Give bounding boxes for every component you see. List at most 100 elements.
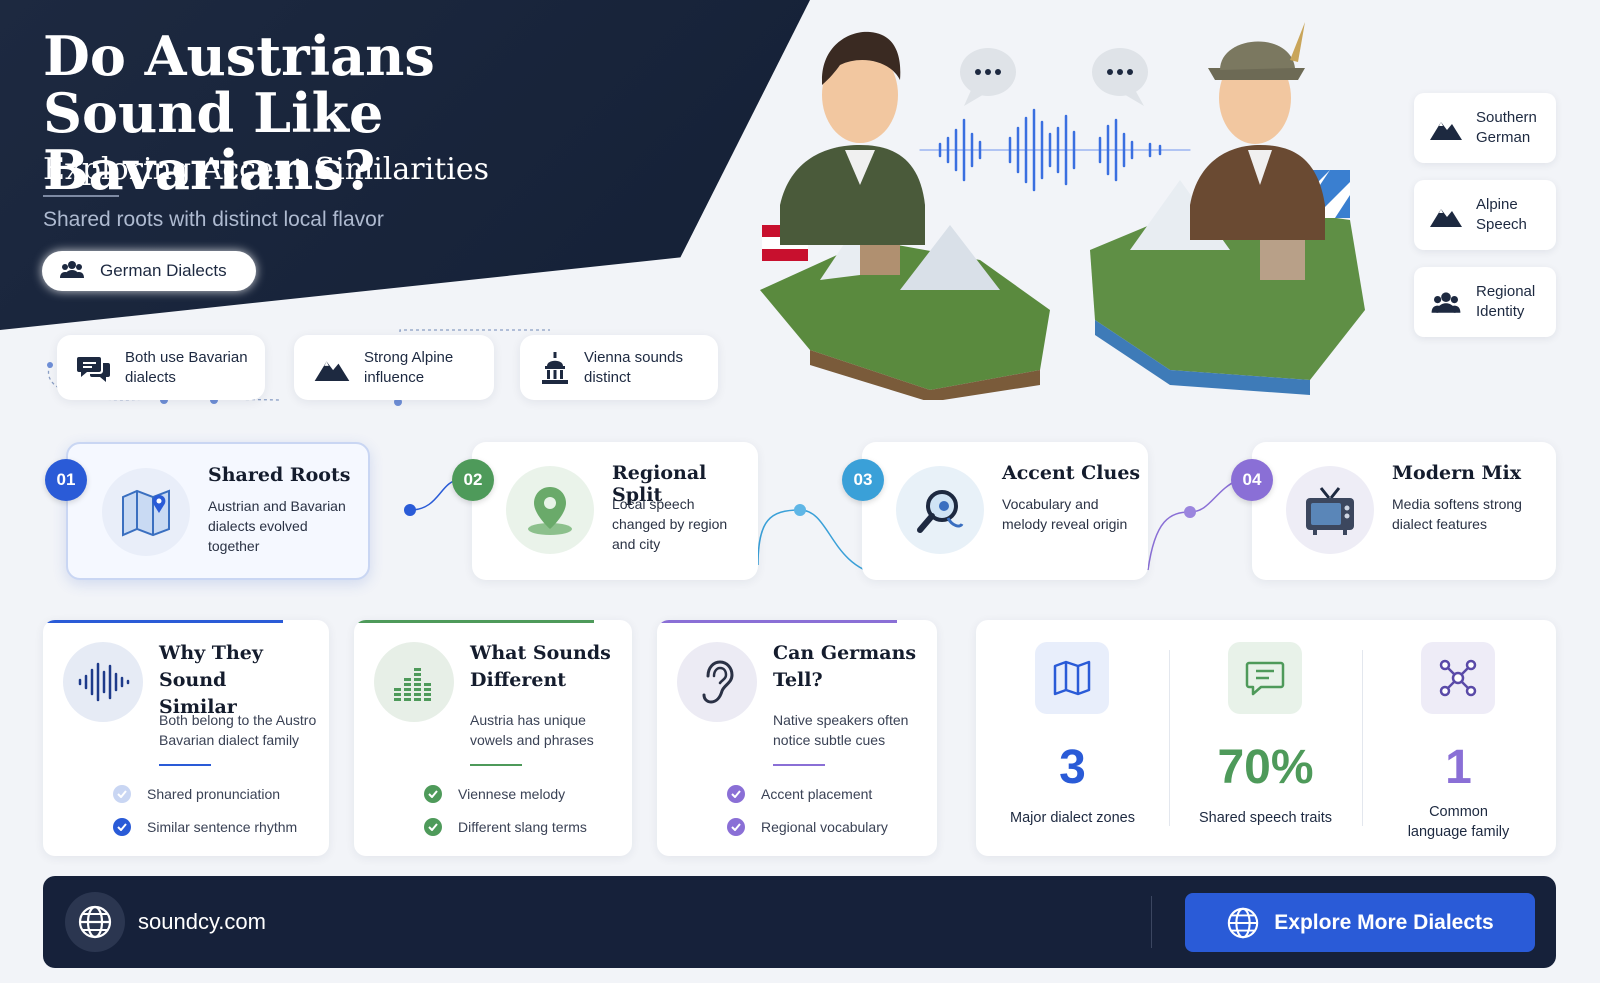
chip-vienna-distinct[interactable]: Vienna sounds distinct bbox=[520, 335, 718, 400]
page-tagline: Shared roots with distinct local flavor bbox=[43, 208, 384, 231]
side-tag-southern-german[interactable]: Southern German bbox=[1414, 93, 1556, 163]
info-divider bbox=[470, 764, 522, 766]
check-item: Accent placement bbox=[727, 785, 872, 803]
check-item-label: Shared pronunciation bbox=[147, 786, 281, 802]
step-card-accent-clues[interactable]: Accent Clues Vocabulary and melody revea… bbox=[862, 442, 1148, 580]
waveform-icon bbox=[63, 642, 143, 722]
subtitle-divider bbox=[43, 195, 119, 197]
check-item-label: Different slang terms bbox=[458, 819, 587, 835]
equalizer-icon bbox=[374, 642, 454, 722]
check-circle-icon bbox=[113, 785, 131, 803]
speech-bubble-icon bbox=[1228, 642, 1302, 714]
stats-panel: 3 Major dialect zones 70% Shared speech … bbox=[976, 620, 1556, 856]
step-card-modern-mix[interactable]: Modern Mix Media softens strong dialect … bbox=[1252, 442, 1556, 580]
info-card-what-different: What Sounds Different Austria has unique… bbox=[354, 620, 632, 856]
globe-icon bbox=[1228, 907, 1259, 938]
step-number-badge: 03 bbox=[842, 459, 884, 501]
mountain-icon bbox=[1430, 209, 1462, 227]
chip-label: Strong Alpine influence bbox=[364, 348, 454, 386]
map-icon bbox=[102, 468, 190, 556]
stat-shared-traits: 70% Shared speech traits bbox=[1169, 620, 1362, 856]
info-divider bbox=[159, 764, 211, 766]
check-item-label: Similar sentence rhythm bbox=[147, 819, 298, 835]
globe-icon bbox=[65, 892, 125, 952]
check-item: Different slang terms bbox=[424, 818, 587, 836]
info-divider bbox=[773, 764, 825, 766]
info-card-why-similar: Why They Sound Similar Both belong to th… bbox=[43, 620, 329, 856]
chip-alpine-influence[interactable]: Strong Alpine influence bbox=[294, 335, 494, 400]
side-tag-label: Alpine Speech bbox=[1476, 196, 1527, 233]
info-card-title: Why They Sound Similar bbox=[159, 642, 263, 718]
stat-value: 1 bbox=[1445, 741, 1472, 794]
step-description: Vocabulary and melody reveal origin bbox=[1002, 496, 1128, 532]
mountain-icon bbox=[314, 361, 350, 381]
side-tag-regional-identity[interactable]: Regional Identity bbox=[1414, 267, 1556, 337]
check-item: Shared pronunciation bbox=[113, 785, 280, 803]
step-card-shared-roots[interactable]: Shared Roots Austrian and Bavarian diale… bbox=[66, 442, 370, 580]
step-title: Shared Roots bbox=[208, 464, 351, 486]
two-speakers-illustration bbox=[760, 22, 1365, 400]
site-link[interactable]: soundcy.com bbox=[138, 909, 266, 935]
info-card-description: Both belong to the Austro Bavarian diale… bbox=[159, 712, 317, 748]
check-item-label: Regional vocabulary bbox=[761, 819, 888, 835]
footer-bar: soundcy.com Explore More Dialects bbox=[43, 876, 1556, 968]
check-item: Regional vocabulary bbox=[727, 818, 888, 836]
info-accent-line bbox=[354, 620, 594, 623]
explore-dialects-label: Explore More Dialects bbox=[1274, 910, 1494, 934]
info-card-can-germans-tell: Can Germans Tell? Native speakers often … bbox=[657, 620, 937, 856]
tv-icon bbox=[1286, 466, 1374, 554]
info-card-description: Austria has unique vowels and phrases bbox=[470, 712, 594, 748]
stat-label: Shared speech traits bbox=[1199, 810, 1332, 826]
stat-value: 3 bbox=[1059, 741, 1086, 794]
check-circle-icon bbox=[113, 818, 131, 836]
step-description: Austrian and Bavarian dialects evolved t… bbox=[208, 498, 346, 554]
info-accent-line bbox=[657, 620, 897, 623]
footer-divider bbox=[1151, 896, 1152, 948]
chip-label: Vienna sounds distinct bbox=[584, 348, 683, 386]
check-item-label: Viennese melody bbox=[458, 786, 566, 802]
explore-dialects-button[interactable]: Explore More Dialects bbox=[1185, 893, 1535, 952]
side-tag-label: Southern German bbox=[1476, 109, 1537, 146]
stat-dialect-zones: 3 Major dialect zones bbox=[976, 620, 1169, 856]
category-pill-label: German Dialects bbox=[100, 261, 227, 280]
landmark-icon bbox=[542, 351, 568, 384]
chip-bavarian-dialects[interactable]: Both use Bavarian dialects bbox=[57, 335, 265, 400]
location-pin-icon bbox=[506, 466, 594, 554]
stat-language-family: 1 Common language family bbox=[1362, 620, 1555, 856]
stat-label: Major dialect zones bbox=[1010, 810, 1135, 826]
info-card-title: Can Germans Tell? bbox=[773, 642, 917, 691]
mountain-icon bbox=[1430, 122, 1462, 140]
stat-value: 70% bbox=[1217, 741, 1314, 794]
network-icon bbox=[1421, 642, 1495, 714]
check-item-label: Accent placement bbox=[761, 786, 873, 802]
people-icon bbox=[1431, 292, 1461, 313]
step-description: Media softens strong dialect features bbox=[1392, 496, 1522, 532]
step-title: Modern Mix bbox=[1392, 462, 1522, 484]
info-card-description: Native speakers often notice subtle cues bbox=[773, 712, 909, 748]
step-card-regional-split[interactable]: Regional Split Local speech changed by r… bbox=[472, 442, 758, 580]
step-title: Accent Clues bbox=[1002, 462, 1141, 484]
check-item: Similar sentence rhythm bbox=[113, 818, 297, 836]
chip-label: Both use Bavarian dialects bbox=[125, 348, 248, 386]
magnifier-icon bbox=[896, 466, 984, 554]
ear-icon bbox=[677, 642, 757, 722]
check-circle-icon bbox=[424, 785, 442, 803]
check-item: Viennese melody bbox=[424, 785, 565, 803]
step-description: Local speech changed by region and city bbox=[612, 496, 728, 552]
check-circle-icon bbox=[424, 818, 442, 836]
side-tag-alpine-speech[interactable]: Alpine Speech bbox=[1414, 180, 1556, 250]
step-number-badge: 01 bbox=[45, 459, 87, 501]
info-accent-line bbox=[43, 620, 283, 623]
page-subtitle: Exploring Accent Similarities bbox=[43, 152, 490, 187]
info-card-title: What Sounds Different bbox=[470, 642, 611, 691]
check-circle-icon bbox=[727, 818, 745, 836]
step-number-badge: 02 bbox=[452, 459, 494, 501]
category-pill[interactable]: German Dialects bbox=[42, 251, 256, 291]
step-number-badge: 04 bbox=[1231, 459, 1273, 501]
people-icon bbox=[60, 259, 84, 284]
check-circle-icon bbox=[727, 785, 745, 803]
side-tag-label: Regional Identity bbox=[1476, 283, 1536, 320]
stat-label: Common language family bbox=[1407, 804, 1510, 840]
map-icon bbox=[1035, 642, 1109, 714]
chat-bubbles-icon bbox=[77, 356, 110, 382]
